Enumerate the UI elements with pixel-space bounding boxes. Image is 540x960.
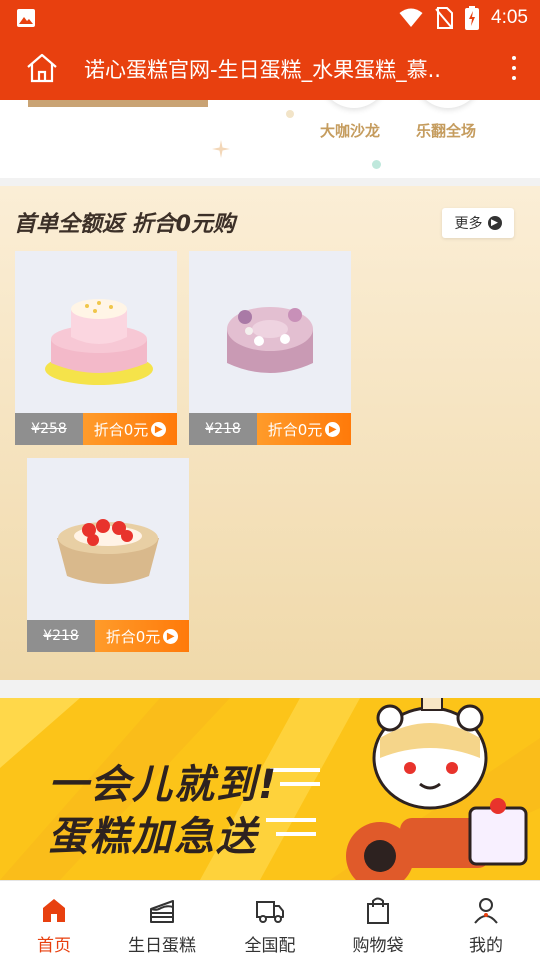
banner-edge (28, 100, 208, 107)
more-button[interactable]: 更多 ▶ (442, 208, 514, 238)
tab-label: 购物袋 (352, 936, 404, 956)
tab-home[interactable]: 首页 (0, 881, 108, 960)
page-title: 诺心蛋糕官网-生日蛋糕_水果蛋糕_慕.. (84, 58, 441, 82)
product-card[interactable]: ¥258 折合0元 ▶ (15, 251, 177, 445)
image-notification-icon (17, 9, 35, 27)
status-time: 4:05 (491, 7, 528, 28)
category-label-sale[interactable]: 乐翻全场 (416, 120, 476, 141)
promo-section: 首单全额返 折合0元购 更多 ▶ ¥258 折合0元 ▶ ¥218 折合0元 ▶… (0, 186, 540, 680)
tab-label: 首页 (37, 936, 71, 956)
product-image (27, 458, 189, 620)
original-price: ¥258 (15, 413, 83, 445)
deal-label: 折合0元 (93, 420, 149, 439)
deal-button[interactable]: 折合0元 ▶ (95, 620, 189, 652)
shopping-bag-icon (367, 897, 389, 924)
product-image (189, 251, 351, 413)
bottom-tab-bar: 首页 生日蛋糕 全国配 购物袋 我的 (0, 880, 540, 960)
home-icon (43, 899, 65, 922)
battery-charging-icon (465, 6, 480, 30)
original-price: ¥218 (27, 620, 95, 652)
category-sale-icon[interactable] (414, 100, 482, 108)
decor-dot (286, 110, 294, 118)
more-label: 更多 (454, 216, 483, 232)
price-bar: ¥218 折合0元 ▶ (189, 413, 351, 445)
product-image (15, 251, 177, 413)
category-salon-icon[interactable] (320, 100, 388, 108)
product-card[interactable]: ¥218 折合0元 ▶ (27, 458, 189, 652)
banner-subheadline: 蛋糕加急送 (48, 814, 258, 860)
truck-icon (256, 901, 284, 923)
status-bar: 4:05 (0, 0, 540, 36)
deal-button[interactable]: 折合0元 ▶ (83, 413, 177, 445)
express-delivery-banner[interactable]: 一会儿就到! 蛋糕加急送 (0, 698, 540, 880)
decor-dot (372, 160, 381, 169)
chevron-right-icon: ▶ (151, 421, 167, 437)
wifi-icon (399, 8, 423, 27)
category-label-salon[interactable]: 大咖沙龙 (320, 120, 380, 141)
profile-icon (474, 898, 498, 924)
chevron-right-icon: ▶ (163, 628, 179, 644)
tab-nationwide-delivery[interactable]: 全国配 (216, 881, 324, 960)
banner-headline: 一会儿就到! (48, 762, 279, 808)
sparkle-icon (212, 140, 230, 158)
home-icon[interactable] (24, 52, 60, 84)
deal-label: 折合0元 (105, 627, 161, 646)
tab-shopping-bag[interactable]: 购物袋 (324, 881, 432, 960)
promo-headline: 首单全额返 折合0元购 (14, 212, 235, 237)
price-bar: ¥218 折合0元 ▶ (27, 620, 189, 652)
deal-button[interactable]: 折合0元 ▶ (257, 413, 351, 445)
tab-label: 生日蛋糕 (128, 936, 196, 956)
chevron-right-icon: ▶ (487, 216, 502, 230)
original-price: ¥218 (189, 413, 257, 445)
product-card[interactable]: ¥218 折合0元 ▶ (189, 251, 351, 445)
price-bar: ¥258 折合0元 ▶ (15, 413, 177, 445)
app-bar: 诺心蛋糕官网-生日蛋糕_水果蛋糕_慕.. (0, 36, 540, 100)
tab-birthday-cake[interactable]: 生日蛋糕 (108, 881, 216, 960)
tab-label: 全国配 (244, 936, 296, 956)
cake-icon (150, 900, 174, 923)
chevron-right-icon: ▶ (325, 421, 341, 437)
deal-label: 折合0元 (267, 420, 323, 439)
no-sim-icon (435, 7, 454, 29)
category-strip: 大咖沙龙 乐翻全场 (0, 100, 540, 178)
tab-label: 我的 (469, 936, 503, 956)
tab-profile[interactable]: 我的 (432, 881, 540, 960)
more-options-icon[interactable] (506, 54, 522, 82)
delivery-bear-icon (346, 698, 528, 880)
